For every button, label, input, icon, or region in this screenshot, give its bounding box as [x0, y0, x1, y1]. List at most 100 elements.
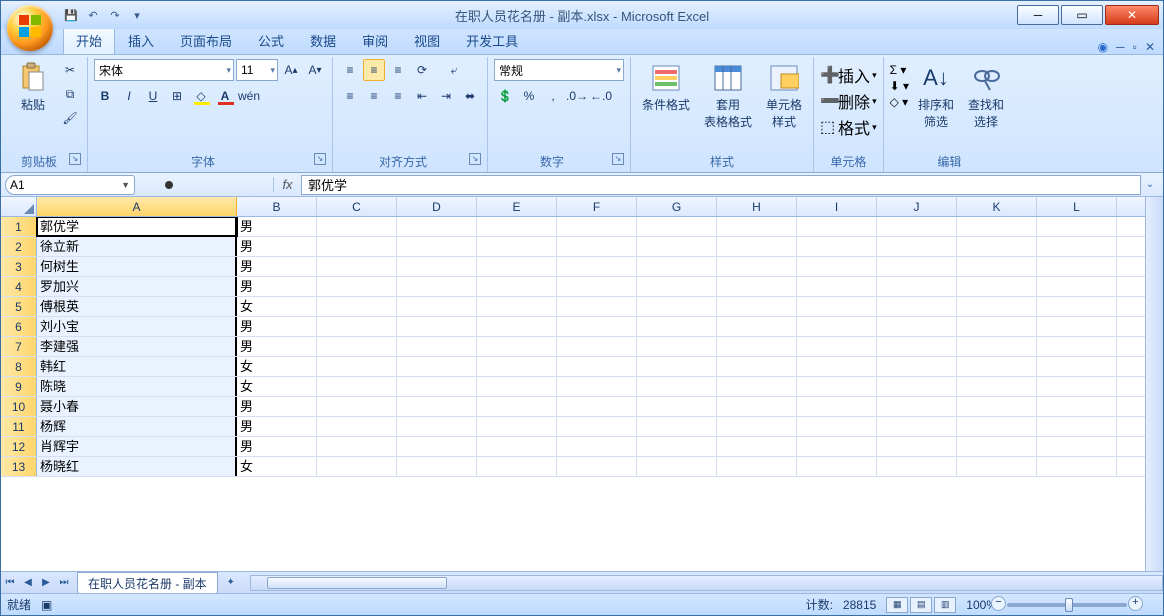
cell[interactable]	[797, 217, 877, 236]
ribbon-tab-1[interactable]: 插入	[115, 26, 167, 54]
cell[interactable]	[397, 457, 477, 476]
comma-icon[interactable]: ,	[542, 85, 564, 107]
cell[interactable]	[877, 357, 957, 376]
cell[interactable]	[397, 397, 477, 416]
column-header[interactable]: A	[37, 197, 237, 216]
minimize-button[interactable]: ─	[1017, 5, 1059, 25]
horizontal-scrollbar[interactable]	[250, 575, 1163, 591]
cell[interactable]	[317, 397, 397, 416]
cell[interactable]	[557, 337, 637, 356]
cell[interactable]	[557, 457, 637, 476]
cell[interactable]	[1037, 357, 1117, 376]
cell[interactable]: 男	[237, 437, 317, 456]
cell[interactable]	[717, 317, 797, 336]
cell[interactable]	[877, 257, 957, 276]
cell[interactable]	[317, 317, 397, 336]
cell[interactable]	[1037, 217, 1117, 236]
find-select-button[interactable]: 查找和 选择	[963, 59, 1009, 133]
align-middle-icon[interactable]: ≡	[363, 59, 385, 81]
cell[interactable]	[557, 257, 637, 276]
column-header[interactable]: B	[237, 197, 317, 216]
cell[interactable]	[1037, 237, 1117, 256]
cell[interactable]: 杨辉	[37, 417, 237, 436]
format-as-table-button[interactable]: 套用 表格格式	[699, 59, 757, 133]
paste-button[interactable]: 粘贴	[11, 59, 55, 116]
qat-save-icon[interactable]: 💾	[63, 7, 79, 23]
cell[interactable]	[957, 297, 1037, 316]
indent-dec-icon[interactable]: ⇤	[411, 85, 433, 107]
row-header[interactable]: 7	[1, 337, 37, 356]
ribbon-tab-5[interactable]: 审阅	[349, 26, 401, 54]
cell[interactable]	[317, 337, 397, 356]
cell[interactable]: 女	[237, 377, 317, 396]
insert-cells-button[interactable]: ➕插入 ▾	[820, 63, 877, 87]
column-header[interactable]: F	[557, 197, 637, 216]
cell[interactable]: 罗加兴	[37, 277, 237, 296]
cell[interactable]	[637, 237, 717, 256]
copy-icon[interactable]: ⧉	[59, 83, 81, 105]
view-normal-icon[interactable]: ▦	[886, 597, 908, 613]
cell-styles-button[interactable]: 单元格 样式	[761, 59, 807, 133]
cell[interactable]	[317, 437, 397, 456]
cell[interactable]	[317, 297, 397, 316]
column-header[interactable]: G	[637, 197, 717, 216]
cell[interactable]	[397, 377, 477, 396]
tab-nav-last-icon[interactable]: ⏭	[55, 574, 73, 592]
cell[interactable]	[397, 277, 477, 296]
sheet-tab[interactable]: 在职人员花名册 - 副本	[77, 572, 218, 594]
cell[interactable]	[477, 317, 557, 336]
indent-inc-icon[interactable]: ⇥	[435, 85, 457, 107]
row-header[interactable]: 4	[1, 277, 37, 296]
cell[interactable]	[317, 237, 397, 256]
dec-decimal-icon[interactable]: ←.0	[590, 85, 612, 107]
cell[interactable]	[477, 337, 557, 356]
office-button[interactable]	[7, 5, 53, 51]
cell[interactable]	[1037, 377, 1117, 396]
cell[interactable]: 男	[237, 257, 317, 276]
close-button[interactable]: ✕	[1105, 5, 1159, 25]
font-size-combo[interactable]: 11	[236, 59, 278, 81]
merge-center-icon[interactable]: ⬌	[459, 85, 481, 107]
border-icon[interactable]: ⊞	[166, 85, 188, 107]
cell[interactable]: 男	[237, 237, 317, 256]
column-header[interactable]: I	[797, 197, 877, 216]
cell[interactable]	[957, 217, 1037, 236]
cell[interactable]	[1037, 257, 1117, 276]
maximize-button[interactable]: ▭	[1061, 5, 1103, 25]
formula-bar[interactable]: 郭优学	[301, 175, 1141, 195]
cell[interactable]	[957, 277, 1037, 296]
cell[interactable]	[557, 277, 637, 296]
ribbon-tab-0[interactable]: 开始	[63, 26, 115, 54]
cell[interactable]: 女	[237, 457, 317, 476]
underline-button[interactable]: U	[142, 85, 164, 107]
row-header[interactable]: 8	[1, 357, 37, 376]
fx-icon[interactable]: fx	[273, 177, 301, 192]
cell[interactable]	[717, 297, 797, 316]
row-header[interactable]: 6	[1, 317, 37, 336]
cell[interactable]	[557, 237, 637, 256]
tab-nav-prev-icon[interactable]: ◀	[19, 574, 37, 592]
cell[interactable]	[797, 337, 877, 356]
namebox-dropdown-icon[interactable]: ▼	[121, 180, 130, 190]
view-layout-icon[interactable]: ▤	[910, 597, 932, 613]
cell[interactable]	[317, 457, 397, 476]
cell[interactable]	[957, 457, 1037, 476]
cell[interactable]	[877, 217, 957, 236]
cell[interactable]	[1037, 437, 1117, 456]
cell[interactable]	[397, 257, 477, 276]
cell[interactable]	[397, 337, 477, 356]
cell[interactable]	[317, 257, 397, 276]
row-header[interactable]: 1	[1, 217, 37, 236]
cell[interactable]	[317, 377, 397, 396]
conditional-format-button[interactable]: 条件格式	[637, 59, 695, 116]
cell[interactable]	[717, 377, 797, 396]
inc-decimal-icon[interactable]: .0→	[566, 85, 588, 107]
cell[interactable]	[317, 217, 397, 236]
clear-icon[interactable]: ◇ ▾	[890, 95, 909, 109]
cell[interactable]	[477, 377, 557, 396]
format-cells-button[interactable]: ⬚格式 ▾	[820, 115, 877, 139]
cell[interactable]	[797, 397, 877, 416]
cell[interactable]	[557, 217, 637, 236]
cell[interactable]	[477, 417, 557, 436]
cell[interactable]: 郭优学	[37, 217, 237, 236]
